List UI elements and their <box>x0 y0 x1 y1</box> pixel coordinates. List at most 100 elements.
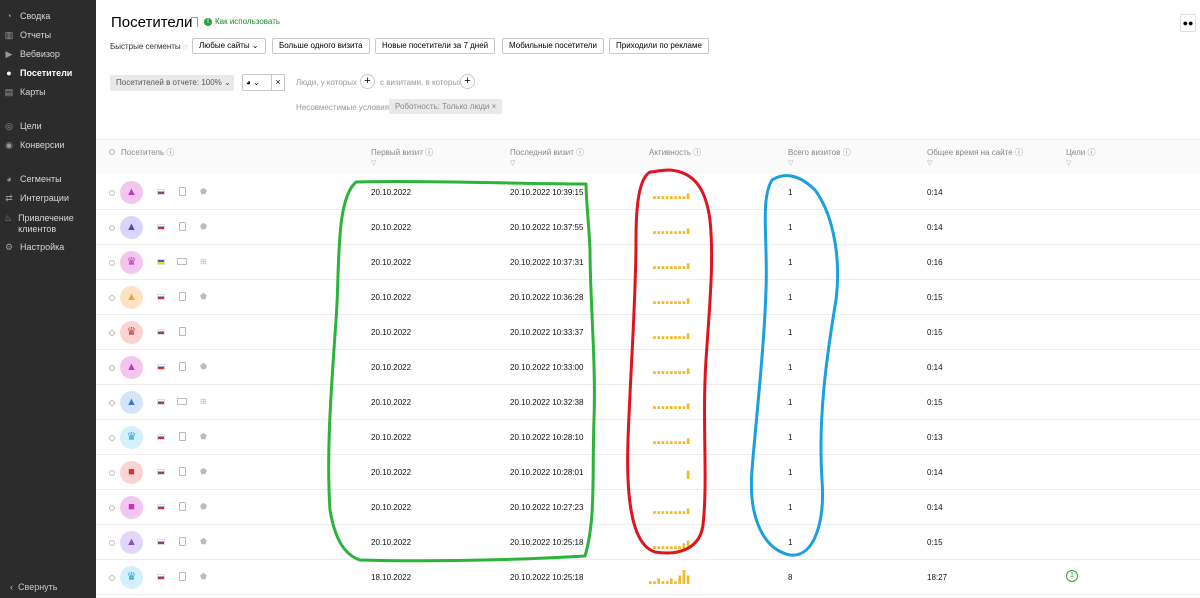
column-header-activity[interactable]: Активность ⓘ <box>649 147 701 158</box>
info-icon: ! <box>204 17 212 26</box>
avatar[interactable]: ▲ <box>120 216 143 239</box>
activity-bar <box>686 263 690 269</box>
filter-icon[interactable]: ▽ <box>788 159 793 167</box>
table-row[interactable]: ▲ ⬟ 20.10.2022 20.10.2022 10:39:15 1 0:14 <box>96 175 1200 210</box>
activity-bar <box>665 196 669 199</box>
row-select-radio[interactable] <box>109 540 115 546</box>
filter-icon[interactable]: ▽ <box>1066 159 1071 167</box>
goals-badge[interactable]: 1 <box>1066 570 1078 582</box>
avatar[interactable]: ▲ <box>120 356 143 379</box>
sidebar-item-reports[interactable]: ▥ Отчеты <box>4 30 51 40</box>
sidebar-item-conversions[interactable]: ◉ Конверсии <box>4 140 64 150</box>
target-icon: ◎ <box>5 121 13 131</box>
sidebar-item-segments[interactable]: ◕ Сегменты <box>4 174 62 184</box>
row-select-radio[interactable] <box>109 575 115 581</box>
robotness-tag[interactable]: Роботность: Только люди × <box>389 99 503 114</box>
row-select-radio[interactable] <box>109 435 115 441</box>
avatar[interactable]: ■ <box>120 496 143 519</box>
activity-bar <box>657 371 660 374</box>
table-row[interactable]: ▲ ⬟ 20.10.2022 20.10.2022 10:33:00 1 0:14 <box>96 350 1200 385</box>
row-select-radio[interactable] <box>109 190 115 196</box>
activity-sparkline <box>653 403 690 409</box>
activity-sparkline <box>653 508 690 514</box>
activity-sparkline <box>653 263 690 269</box>
activity-bar <box>665 546 669 549</box>
table-row[interactable]: ♛ ⬟ 20.10.2022 20.10.2022 10:28:10 1 0:13 <box>96 420 1200 455</box>
segment-button-new-visitors-7d[interactable]: Новые посетители за 7 дней <box>375 38 496 54</box>
row-select-radio[interactable] <box>109 400 115 406</box>
filter-icon[interactable]: ▽ <box>927 159 932 167</box>
filter-icon[interactable]: ▽ <box>510 159 515 167</box>
sidebar-item-visitors[interactable]: ● Посетители <box>4 68 72 78</box>
table-row[interactable]: ▲ ⬟ 20.10.2022 20.10.2022 10:36:28 1 0:15 <box>96 280 1200 315</box>
avatar[interactable]: ♛ <box>120 321 143 344</box>
activity-bar <box>670 231 673 234</box>
bookmark-icon[interactable] <box>191 17 198 27</box>
column-header-visitor[interactable]: Посетитель ⓘ <box>121 147 174 158</box>
settings-toggle-button[interactable]: ●● <box>1180 14 1196 32</box>
table-row[interactable]: ■ ⬟ 20.10.2022 20.10.2022 10:27:23 1 0:14 <box>96 490 1200 525</box>
sidebar-item-goals[interactable]: ◎ Цели <box>4 121 42 131</box>
avatar[interactable]: ■ <box>120 461 143 484</box>
row-select-radio[interactable] <box>109 260 115 266</box>
row-select-radio[interactable] <box>109 365 115 371</box>
row-select-radio[interactable] <box>109 470 115 476</box>
total-time-cell: 0:15 <box>927 328 943 337</box>
avatar[interactable]: ▲ <box>120 286 143 309</box>
sidebar-item-label: Сегменты <box>20 174 62 184</box>
segment-button-more-than-one-visit[interactable]: Больше одного визита <box>272 38 370 54</box>
smartphone-icon <box>179 467 186 476</box>
activity-bar <box>665 336 669 339</box>
sidebar-item-summary[interactable]: ◔ Сводка <box>4 11 50 21</box>
map-icon: ▤ <box>4 87 14 97</box>
visitors-in-report-select[interactable]: Посетителей в отчете: 100% ⌄ <box>110 75 234 91</box>
sidebar-item-acquisition[interactable]: ♨ Привлечение клиентов <box>4 213 84 235</box>
column-header-total-visits[interactable]: Всего визитов ⓘ <box>788 147 851 158</box>
column-header-first-visit[interactable]: Первый визит ⓘ <box>371 147 433 158</box>
sidebar-item-maps[interactable]: ▤ Карты <box>4 87 46 97</box>
table-row[interactable]: ♛ ⊞ 20.10.2022 20.10.2022 10:37:31 1 0:16 <box>96 245 1200 280</box>
sidebar-item-integrations[interactable]: ⇄ Интеграции <box>4 193 69 203</box>
select-all-radio[interactable] <box>109 149 115 155</box>
segment-button-from-ads[interactable]: Приходили по рекламе <box>609 38 709 54</box>
sidebar-item-settings[interactable]: ⚙ Настройка <box>4 242 64 252</box>
collapse-sidebar-button[interactable]: ‹ Свернуть <box>10 582 58 592</box>
row-select-radio[interactable] <box>109 295 115 301</box>
add-visit-condition-button[interactable]: + <box>460 74 475 89</box>
smartphone-icon <box>179 502 186 511</box>
avatar[interactable]: ♛ <box>120 566 143 589</box>
segment-button-mobile-visitors[interactable]: Мобильные посетители <box>502 38 604 54</box>
last-visit-cell: 20.10.2022 10:25:18 <box>510 538 584 547</box>
sidebar-item-webvisor[interactable]: ▶ Вебвизор <box>4 49 60 59</box>
activity-bar <box>682 371 686 374</box>
filter-icon[interactable]: ▽ <box>371 159 376 167</box>
sidebar-item-label: Интеграции <box>20 193 69 203</box>
how-to-use-link[interactable]: ! Как использовать <box>204 17 280 26</box>
table-row[interactable]: ▲ ⊞ 20.10.2022 20.10.2022 10:32:38 1 0:15 <box>96 385 1200 420</box>
activity-bar <box>653 406 656 409</box>
add-people-condition-button[interactable]: + <box>360 74 375 89</box>
table-row[interactable]: ▲ ⬟ 20.10.2022 20.10.2022 10:37:55 1 0:14 <box>96 210 1200 245</box>
table-row[interactable]: ■ ⬟ 20.10.2022 20.10.2022 10:28:01 1 0:14 <box>96 455 1200 490</box>
column-header-last-visit[interactable]: Последний визит ⓘ <box>510 147 584 158</box>
column-header-total-time[interactable]: Общее время на сайте ⓘ <box>927 147 1023 158</box>
avatar[interactable]: ▲ <box>120 531 143 554</box>
avatar[interactable]: ▲ <box>120 391 143 414</box>
table-row[interactable]: ♛ 20.10.2022 20.10.2022 10:33:37 1 0:15 <box>96 315 1200 350</box>
column-header-goals[interactable]: Цели ⓘ <box>1066 147 1095 158</box>
avatar[interactable]: ♛ <box>120 426 143 449</box>
table-row[interactable]: ♛ ⬟ 18.10.2022 20.10.2022 10:25:18 8 18:27 1 <box>96 560 1200 595</box>
total-visits-cell: 1 <box>788 398 793 407</box>
avatar[interactable]: ♛ <box>120 251 143 274</box>
clear-filter-button[interactable]: × <box>271 74 285 91</box>
row-select-radio[interactable] <box>109 330 115 336</box>
avatar[interactable]: ▲ <box>120 181 143 204</box>
table-row[interactable]: ▲ ⬟ 20.10.2022 20.10.2022 10:25:18 1 0:15 <box>96 525 1200 560</box>
row-select-radio[interactable] <box>109 505 115 511</box>
row-select-radio[interactable] <box>109 225 115 231</box>
sampling-pie-button[interactable]: ◕ ⌄ <box>242 74 272 91</box>
any-sites-dropdown[interactable]: Любые сайты ⌄ <box>192 38 266 54</box>
close-icon[interactable]: × <box>492 102 497 111</box>
flag-russia-icon <box>157 399 165 405</box>
activity-bar <box>686 368 690 374</box>
